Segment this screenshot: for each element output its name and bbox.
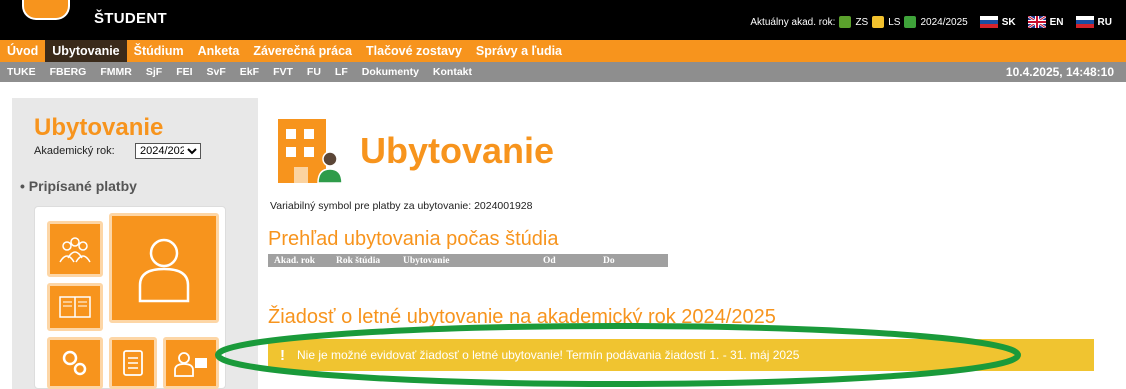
academic-year-value[interactable]: 2024/2025	[920, 17, 967, 28]
warning-alert: ! Nie je možné evidovať žiadosť o letné …	[268, 339, 1094, 371]
ls-label[interactable]: LS	[888, 17, 900, 28]
lang-en[interactable]: EN	[1050, 17, 1064, 28]
tile-document[interactable]	[109, 337, 157, 389]
tile-person-card[interactable]	[163, 337, 219, 389]
academic-year-select[interactable]: 2024/2025	[135, 143, 201, 159]
group-icon	[59, 237, 91, 263]
nav-anketa[interactable]: Anketa	[191, 40, 247, 62]
academic-year-label: Aktuálny akad. rok:	[750, 16, 836, 28]
sk-flag-icon[interactable]	[979, 16, 998, 28]
col-rok-studia[interactable]: Rok štúdia	[330, 256, 397, 266]
nav-uvod[interactable]: Úvod	[0, 40, 45, 62]
col-akad-rok[interactable]: Akad. rok	[268, 256, 330, 266]
person-icon	[138, 238, 190, 303]
summer-semester-icon[interactable]	[872, 16, 885, 28]
warning-icon: !	[280, 346, 285, 364]
overview-heading: Prehľad ubytovania počas štúdia	[268, 228, 559, 250]
year-icon[interactable]	[904, 16, 917, 28]
document-icon	[123, 350, 143, 376]
nav-spravy-a-ludia[interactable]: Správy a ľudia	[469, 40, 569, 62]
page-title: Ubytovanie	[360, 130, 555, 171]
top-bar: ŠTUDENT Aktuálny akad. rok: ZS LS 2024/2…	[0, 0, 1126, 40]
nav-tlacove-zostavy[interactable]: Tlačové zostavy	[359, 40, 469, 62]
sidebar: Ubytovanie Akademický rok: 2024/2025 • P…	[12, 98, 258, 389]
col-od[interactable]: Od	[537, 256, 597, 266]
subnav-kontakt[interactable]: Kontakt	[426, 66, 479, 78]
sidebar-title: Ubytovanie	[34, 114, 164, 141]
sidebar-item-pripisane-platby[interactable]: • Pripísané platby	[20, 178, 137, 194]
academic-year-select-label: Akademický rok:	[34, 145, 115, 157]
subnav-lf[interactable]: LF	[328, 66, 355, 78]
subnav-svf[interactable]: SvF	[200, 66, 233, 78]
building-person-icon	[276, 117, 343, 185]
nav-studium[interactable]: Štúdium	[127, 40, 191, 62]
lang-sk[interactable]: SK	[1002, 17, 1016, 28]
subnav-tuke[interactable]: TUKE	[0, 66, 43, 78]
nav-zaverecna-praca[interactable]: Záverečná práca	[246, 40, 359, 62]
subnav-fu[interactable]: FU	[300, 66, 328, 78]
book-icon	[59, 296, 91, 318]
accommodation-table-header: Akad. rok Rok štúdia Ubytovanie Od Do	[268, 254, 668, 267]
tile-grid	[34, 206, 226, 389]
ru-flag-icon[interactable]	[1075, 16, 1094, 28]
en-flag-icon[interactable]	[1027, 16, 1046, 28]
zs-label[interactable]: ZS	[855, 17, 868, 28]
variable-symbol-text: Variabilný symbol pre platby za ubytovan…	[270, 200, 533, 212]
gears-icon	[62, 350, 87, 376]
col-ubytovanie[interactable]: Ubytovanie	[397, 256, 537, 266]
app-title: ŠTUDENT	[94, 10, 167, 27]
subnav-fberg[interactable]: FBERG	[43, 66, 94, 78]
winter-semester-icon[interactable]	[839, 16, 852, 28]
subnav-fei[interactable]: FEI	[169, 66, 199, 78]
lang-ru[interactable]: RU	[1098, 17, 1112, 28]
subnav-dokumenty[interactable]: Dokumenty	[355, 66, 426, 78]
tile-book[interactable]	[47, 283, 103, 331]
current-datetime: 10.4.2025, 14:48:10	[1005, 65, 1114, 79]
alert-message: Nie je možné evidovať žiadosť o letné ub…	[297, 348, 800, 362]
tile-person[interactable]	[109, 213, 219, 323]
subnav-fmmr[interactable]: FMMR	[93, 66, 139, 78]
col-do[interactable]: Do	[597, 256, 657, 266]
summer-request-heading: Žiadosť o letné ubytovanie na akademický…	[268, 306, 776, 328]
subnav-sjf[interactable]: SjF	[139, 66, 169, 78]
academic-year-info: Aktuálny akad. rok: ZS LS 2024/2025 SK E…	[750, 16, 1112, 28]
person-card-icon	[174, 352, 207, 377]
tile-group[interactable]	[47, 221, 103, 277]
nav-ubytovanie[interactable]: Ubytovanie	[45, 40, 127, 62]
subnav-ekf[interactable]: EkF	[233, 66, 266, 78]
subnav-fvt[interactable]: FVT	[266, 66, 300, 78]
main-nav: Úvod Ubytovanie Štúdium Anketa Záverečná…	[0, 40, 1126, 62]
tile-gears[interactable]	[47, 337, 103, 389]
faculty-nav: TUKE FBERG FMMR SjF FEI SvF EkF FVT FU L…	[0, 62, 1126, 82]
app-logo[interactable]	[22, 0, 70, 20]
